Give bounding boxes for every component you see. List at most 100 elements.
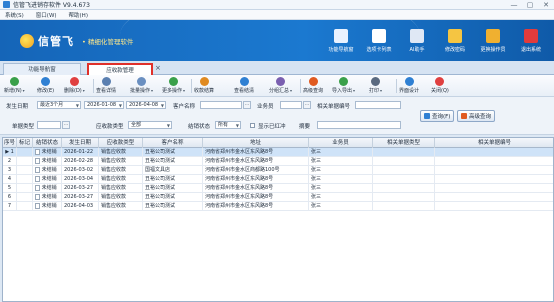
customer-picker-button[interactable]: … bbox=[243, 101, 251, 109]
salesman-cell: 张三 bbox=[309, 157, 373, 166]
query-button[interactable]: 查询(F) bbox=[420, 110, 455, 122]
table-row[interactable]: 6 未结销 2026-03-27 销售应收款 丑裕公司测试 河南省郑州市金水区东风路8号… bbox=[3, 193, 553, 202]
receivable-type-cell: 销售应收款 bbox=[99, 202, 143, 211]
column-header[interactable]: 相关单据类型 bbox=[373, 138, 435, 148]
customer-input[interactable] bbox=[200, 101, 242, 109]
menu-system[interactable]: 系统(S) bbox=[5, 11, 24, 19]
ref-no-input[interactable] bbox=[355, 101, 401, 109]
minimize-button[interactable]: — bbox=[509, 1, 519, 9]
toolbar-button-2[interactable]: 删除(D) ▾ bbox=[64, 77, 85, 96]
window-controls: — ▢ ✕ bbox=[509, 1, 551, 9]
chevron-down-icon[interactable]: ▾ bbox=[290, 88, 292, 93]
toolbar-button-9[interactable]: 高级查询 bbox=[303, 77, 323, 96]
chevron-down-icon[interactable]: ▾ bbox=[183, 88, 185, 93]
toolbar-button-10[interactable]: 导入导出 ▾ bbox=[332, 77, 355, 96]
show-red-checkbox[interactable] bbox=[250, 123, 255, 128]
table-row[interactable]: 3 未结销 2026-03-02 销售应收款 国福文具店 河南省郑州市金水区商都路100… bbox=[3, 166, 553, 175]
customer-cell: 丑裕公司测试 bbox=[143, 157, 203, 166]
toolbar-button-12[interactable]: 界面设计 bbox=[399, 77, 419, 96]
toolbar-button-6[interactable]: 收款结算 bbox=[194, 77, 214, 96]
settle-status-cell: 未结销 bbox=[33, 193, 62, 202]
column-header[interactable]: 业务员 bbox=[309, 138, 373, 148]
chevron-down-icon[interactable]: ▾ bbox=[380, 88, 382, 93]
topnav-button-4[interactable]: 更换操作员 bbox=[474, 20, 512, 61]
toolbar-button-13[interactable]: 关闭(Q) bbox=[431, 77, 449, 96]
settle-status-cell: 未结销 bbox=[33, 148, 62, 157]
salesman-cell: 张三 bbox=[309, 202, 373, 211]
column-header[interactable]: 序号 bbox=[3, 138, 17, 148]
receivable-type-select[interactable]: 全部 ▼ bbox=[128, 121, 172, 129]
doc-type-label: 单据类型 bbox=[12, 124, 35, 130]
toolbar-label: 导入导出 bbox=[332, 88, 353, 94]
column-header[interactable]: 结销状态 bbox=[33, 138, 62, 148]
toolbar-button-4[interactable]: 批量操作 ▾ bbox=[130, 77, 153, 96]
toolbar-label: 删除(D) bbox=[64, 88, 82, 94]
column-header[interactable]: 标记 bbox=[17, 138, 33, 148]
close-window-button[interactable]: ✕ bbox=[541, 1, 551, 9]
doc-type-picker-button[interactable]: … bbox=[62, 121, 70, 129]
column-header[interactable]: 发生日期 bbox=[62, 138, 99, 148]
column-header[interactable]: 地址 bbox=[203, 138, 309, 148]
salesman-input[interactable] bbox=[280, 101, 302, 109]
tab-nav-window[interactable]: 功能导航窗 bbox=[3, 63, 81, 75]
tab-close-icon[interactable]: × bbox=[155, 64, 161, 72]
topnav-button-3[interactable]: 修改密码 bbox=[436, 20, 474, 61]
toolbar-button-1[interactable]: 修改(E) bbox=[37, 77, 54, 96]
settle-status-cell: 未结销 bbox=[33, 157, 62, 166]
settle-status-select[interactable]: 所有 ▼ bbox=[215, 121, 241, 129]
ref-doc-type-cell bbox=[373, 166, 435, 175]
column-header[interactable]: 相关单据编号 bbox=[435, 138, 553, 148]
date-cell: 2026-04-03 bbox=[62, 202, 99, 211]
app-icon bbox=[3, 1, 10, 8]
date-cell: 2026-03-02 bbox=[62, 166, 99, 175]
row-mark bbox=[17, 202, 33, 211]
toolbar-separator bbox=[191, 79, 192, 93]
doc-type-input[interactable] bbox=[37, 121, 61, 129]
salesman-picker-button[interactable]: … bbox=[303, 101, 311, 109]
row-number: ▶ 1 bbox=[3, 148, 17, 157]
topnav-button-0[interactable]: 功能导航窗 bbox=[322, 20, 360, 61]
date-range-select[interactable]: 最近3个月 ▼ bbox=[37, 101, 81, 109]
table-row[interactable]: 4 未结销 2026-03-04 销售应收款 丑裕公司测试 河南省郑州市金水区东风路8号… bbox=[3, 175, 553, 184]
toolbar-button-8[interactable]: 分组汇总 ▾ bbox=[269, 77, 292, 96]
toolbar-label: 高级查询 bbox=[303, 88, 324, 94]
tab-receivables[interactable]: 应收款管理 bbox=[87, 63, 153, 75]
ref-no-label: 相关单据编号 bbox=[317, 104, 351, 110]
chevron-down-icon[interactable]: ▾ bbox=[353, 88, 355, 93]
column-header[interactable]: 应收款类型 bbox=[99, 138, 143, 148]
toolbar-separator bbox=[396, 79, 397, 93]
topnav-button-2[interactable]: AI助手 bbox=[398, 20, 436, 61]
table-row[interactable]: ▶ 1 未结销 2026-01-22 销售应收款 丑裕公司测试 河南省郑州市金水区东风路… bbox=[3, 148, 553, 157]
topnav-button-1[interactable]: 选项卡列表 bbox=[360, 20, 398, 61]
toolbar-button-5[interactable]: 更多操作 ▾ bbox=[162, 77, 185, 96]
chevron-down-icon: ▼ bbox=[160, 103, 164, 108]
topnav-button-5[interactable]: 退出系统 bbox=[512, 20, 550, 61]
column-header[interactable]: 客户名称 bbox=[143, 138, 203, 148]
chevron-down-icon: ▼ bbox=[166, 123, 170, 128]
more-icon bbox=[169, 77, 179, 86]
toolbar-button-11[interactable]: 打印 ▾ bbox=[369, 77, 382, 96]
receivable-type-cell: 销售应收款 bbox=[99, 193, 143, 202]
summary-input[interactable] bbox=[317, 121, 401, 129]
date-from-field[interactable]: 2026-01-08 ▼ bbox=[84, 101, 124, 109]
table-row[interactable]: 7 未结销 2026-04-03 销售应收款 丑裕公司测试 河南省郑州市金水区东风路8号… bbox=[3, 202, 553, 211]
chevron-down-icon[interactable]: ▾ bbox=[83, 88, 85, 93]
toolbar-button-0[interactable]: 新增(N) ▾ bbox=[4, 77, 25, 96]
print-icon bbox=[371, 77, 381, 86]
table-row[interactable]: 2 未结销 2026-02-28 销售应收款 丑裕公司测试 河南省郑州市金水区东风路8号… bbox=[3, 157, 553, 166]
summary-label: 摘要 bbox=[299, 124, 311, 130]
robot-icon bbox=[410, 28, 424, 43]
toolbar-button-7[interactable]: 查看结清 bbox=[234, 77, 254, 96]
grid-header: 序号 标记 结销状态 发生日期 应收款类型 客户名称 地址 业务员 相关单据类型 相关单据编号 bbox=[3, 138, 553, 148]
toolbar-label: 关闭(Q) bbox=[431, 88, 449, 94]
maximize-button[interactable]: ▢ bbox=[525, 1, 535, 9]
menu-window[interactable]: 窗口(W) bbox=[36, 11, 57, 19]
menu-help[interactable]: 帮助(H) bbox=[69, 11, 88, 19]
toolbar-button-3[interactable]: 查看详情 bbox=[96, 77, 116, 96]
advanced-query-button[interactable]: 高级查询 bbox=[457, 110, 496, 122]
chevron-down-icon[interactable]: ▾ bbox=[151, 88, 153, 93]
date-to-field[interactable]: 2026-04-08 ▼ bbox=[126, 101, 166, 109]
customer-cell: 丑裕公司测试 bbox=[143, 175, 203, 184]
table-row[interactable]: 5 未结销 2026-03-27 销售应收款 丑裕公司测试 河南省郑州市金水区东风路8号… bbox=[3, 184, 553, 193]
chevron-down-icon[interactable]: ▾ bbox=[23, 88, 25, 93]
